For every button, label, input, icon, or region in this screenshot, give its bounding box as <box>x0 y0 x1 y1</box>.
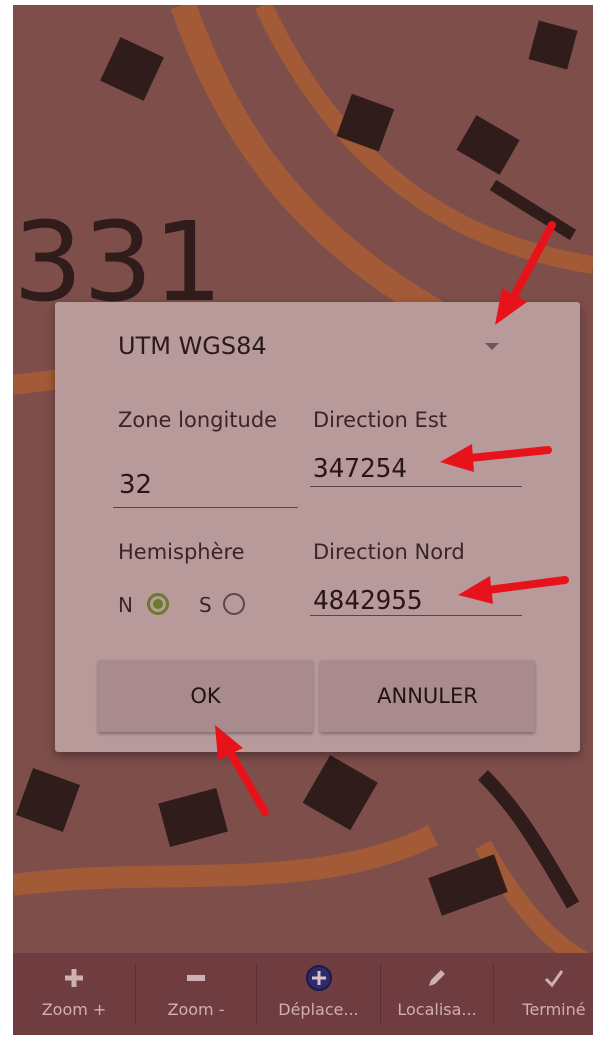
direction-east-input[interactable]: 347254 <box>313 454 407 484</box>
dropdown-arrow-icon[interactable] <box>485 343 499 350</box>
zoom-in-label: Zoom + <box>41 1000 107 1019</box>
done-label: Terminé <box>522 1000 586 1019</box>
coordinate-system-selector[interactable]: UTM WGS84 <box>118 332 267 360</box>
minus-icon <box>180 962 212 994</box>
hemisphere-n-radio[interactable] <box>147 593 169 615</box>
zone-longitude-input[interactable]: 32 <box>119 470 152 500</box>
zone-input-underline <box>113 507 298 508</box>
pencil-icon <box>421 962 453 994</box>
zoom-in-tab[interactable]: Zoom + <box>13 953 135 1035</box>
bottom-toolbar: Zoom + Zoom - Déplace... Localisa... Ter… <box>13 953 593 1035</box>
locate-label: Localisa... <box>397 1000 477 1019</box>
zoom-out-tab[interactable]: Zoom - <box>136 953 256 1035</box>
hemisphere-label: Hemisphère <box>118 540 245 564</box>
hemisphere-s-label: S <box>199 593 212 617</box>
done-tab[interactable]: Terminé <box>494 953 593 1035</box>
move-label: Déplace... <box>278 1000 359 1019</box>
hemisphere-s-radio[interactable] <box>223 593 245 615</box>
move-tab[interactable]: Déplace... <box>257 953 380 1035</box>
zone-longitude-label: Zone longitude <box>118 408 278 432</box>
locate-tab[interactable]: Localisa... <box>381 953 493 1035</box>
ok-button[interactable]: OK <box>98 660 313 732</box>
plus-icon <box>58 962 90 994</box>
direction-north-input[interactable]: 4842955 <box>313 586 423 616</box>
move-circle-plus-icon <box>303 962 335 994</box>
hemisphere-n-label: N <box>118 593 133 617</box>
coordinate-dialog: UTM WGS84 Zone longitude Direction Est 3… <box>55 302 580 752</box>
east-input-underline <box>310 486 522 487</box>
phone-screen: 331 UTM WGS84 Zone longitude Direction E… <box>13 5 593 1035</box>
direction-east-label: Direction Est <box>313 408 447 432</box>
direction-north-label: Direction Nord <box>313 540 465 564</box>
cancel-button[interactable]: ANNULER <box>320 660 535 732</box>
zoom-out-label: Zoom - <box>167 1000 225 1019</box>
north-input-underline <box>310 615 522 616</box>
check-icon <box>538 962 570 994</box>
